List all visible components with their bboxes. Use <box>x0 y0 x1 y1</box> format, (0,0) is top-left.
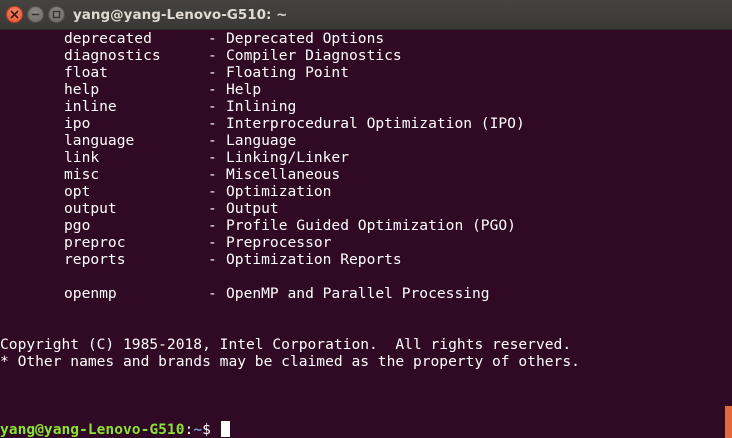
option-name: misc <box>64 166 100 183</box>
option-description: Linking/Linker <box>226 149 350 166</box>
trademark-line: * Other names and brands may be claimed … <box>0 353 580 370</box>
option-dash: - <box>208 81 217 98</box>
option-name: preproc <box>64 234 126 251</box>
option-row: link - Linking/Linker <box>2 149 349 166</box>
option-description: Preprocessor <box>226 234 332 251</box>
option-row: pgo - Profile Guided Optimization (PGO) <box>2 217 516 234</box>
terminal-window: yang@yang-Lenovo-G510: ~ deprecated - De… <box>0 0 732 438</box>
option-row: reports - Optimization Reports <box>2 251 402 268</box>
option-dash: - <box>208 217 217 234</box>
option-row: float - Floating Point <box>2 64 349 81</box>
option-description: Interprocedural Optimization (IPO) <box>226 115 525 132</box>
option-dash: - <box>208 149 217 166</box>
option-row: help - Help <box>2 81 261 98</box>
option-description: Help <box>226 81 262 98</box>
option-dash: - <box>208 47 217 64</box>
option-name: link <box>64 149 100 166</box>
option-dash: - <box>208 285 217 302</box>
maximize-button[interactable] <box>48 6 65 23</box>
option-name: ipo <box>64 115 91 132</box>
option-name: deprecated <box>64 30 152 47</box>
terminal-output[interactable]: deprecated - Deprecated Options diagnost… <box>0 30 722 438</box>
option-dash: - <box>208 64 217 81</box>
option-row: output - Output <box>2 200 279 217</box>
option-name: opt <box>64 183 91 200</box>
option-name: reports <box>64 251 126 268</box>
copyright-line: Copyright (C) 1985-2018, Intel Corporati… <box>0 336 572 353</box>
text-cursor <box>220 421 230 437</box>
option-dash: - <box>208 183 217 200</box>
scrollbar[interactable] <box>722 30 732 438</box>
option-name: float <box>64 64 108 81</box>
option-dash: - <box>208 200 217 217</box>
minimize-icon <box>31 13 40 16</box>
option-dash: - <box>208 98 217 115</box>
option-dash: - <box>208 251 217 268</box>
option-dash: - <box>208 166 217 183</box>
window-title: yang@yang-Lenovo-G510: ~ <box>73 7 288 23</box>
option-row: inline - Inlining <box>2 98 296 115</box>
option-row: ipo - Interprocedural Optimization (IPO) <box>2 115 525 132</box>
option-dash: - <box>208 132 217 149</box>
scrollbar-thumb[interactable] <box>725 406 732 438</box>
option-name: help <box>64 81 100 98</box>
option-row: preproc - Preprocessor <box>2 234 331 251</box>
option-name: diagnostics <box>64 47 161 64</box>
option-row-openmp: openmp - OpenMP and Parallel Processing <box>2 285 490 302</box>
option-row: diagnostics - Compiler Diagnostics <box>2 47 402 64</box>
option-description: OpenMP and Parallel Processing <box>226 285 490 302</box>
shell-prompt[interactable]: yang@yang-Lenovo-G510:~$ <box>0 421 230 438</box>
option-row: language - Language <box>2 132 296 149</box>
option-row: deprecated - Deprecated Options <box>2 30 384 47</box>
option-description: Deprecated Options <box>226 30 385 47</box>
option-row: opt - Optimization <box>2 183 331 200</box>
close-icon <box>10 10 19 19</box>
option-description: Output <box>226 200 279 217</box>
title-bar[interactable]: yang@yang-Lenovo-G510: ~ <box>0 0 732 30</box>
option-name: output <box>64 200 117 217</box>
option-name: inline <box>64 98 117 115</box>
option-description: Inlining <box>226 98 297 115</box>
close-button[interactable] <box>6 6 23 23</box>
minimize-button[interactable] <box>27 6 44 23</box>
option-description: Compiler Diagnostics <box>226 47 402 64</box>
option-dash: - <box>208 234 217 251</box>
prompt-path: ~ <box>193 421 203 438</box>
option-description: Optimization <box>226 183 332 200</box>
option-name: pgo <box>64 217 91 234</box>
prompt-symbol: $ <box>202 421 220 438</box>
prompt-separator: : <box>184 421 194 438</box>
option-description: Floating Point <box>226 64 350 81</box>
maximize-icon <box>52 10 61 19</box>
option-name: openmp <box>64 285 117 302</box>
option-dash: - <box>208 115 217 132</box>
option-description: Optimization Reports <box>226 251 402 268</box>
option-name: language <box>64 132 135 149</box>
option-row: misc - Miscellaneous <box>2 166 340 183</box>
prompt-user-host: yang@yang-Lenovo-G510 <box>0 421 185 438</box>
option-description: Miscellaneous <box>226 166 341 183</box>
option-dash: - <box>208 30 217 47</box>
option-description: Profile Guided Optimization (PGO) <box>226 217 516 234</box>
option-description: Language <box>226 132 297 149</box>
